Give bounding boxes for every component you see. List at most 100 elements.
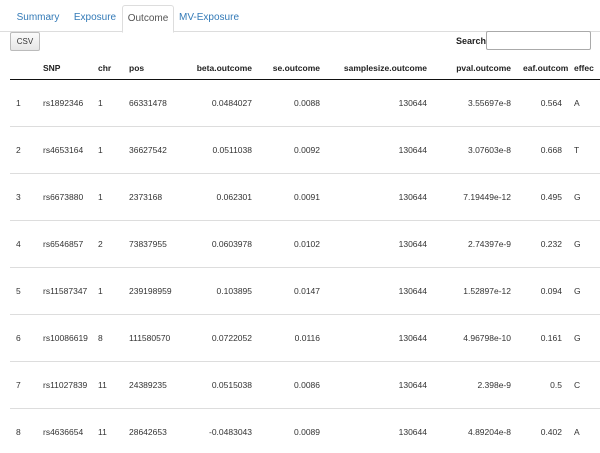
- beta-outcome-cell: 0.103895: [172, 266, 258, 314]
- eaf-outcome-cell: 0.5: [517, 360, 568, 408]
- pval-outcome-cell: 3.55697e-8: [467, 97, 511, 108]
- pval-outcome-cell: 4.96798e-10: [433, 313, 517, 361]
- effect-allele-cell: A: [568, 407, 600, 453]
- effect-allele-cell: T: [568, 125, 600, 173]
- chr-cell: 1: [92, 125, 123, 173]
- table-row[interactable]: 3 rs6673880 1 2373168 0.062301 0.0091 130644 7.…: [10, 172, 600, 220]
- beta-outcome-cell: -0.0483043: [172, 407, 258, 453]
- se-outcome-cell: 0.0089: [258, 407, 326, 453]
- column-header-rownum[interactable]: [10, 57, 37, 80]
- beta-outcome-cell: 0.0511038: [172, 125, 258, 173]
- tab-summary[interactable]: Summary: [10, 5, 66, 32]
- table-row[interactable]: 2 rs4653164 1 36627542 0.0511038 0.0092 130644…: [10, 125, 600, 173]
- chr-cell: 8: [92, 313, 123, 361]
- samplesize-outcome-cell: 130644: [326, 219, 433, 267]
- row-number: 6: [10, 313, 37, 361]
- eaf-outcome-cell: 0.161: [517, 313, 568, 361]
- row-number: 1: [16, 97, 21, 108]
- effect-allele-cell: G: [568, 313, 600, 361]
- pval-outcome-cell: 1.52897e-12: [433, 266, 517, 314]
- snp-cell: rs10086619: [37, 313, 92, 361]
- effect-allele-cell: C: [568, 360, 600, 408]
- row-number: 7: [10, 360, 37, 408]
- column-header-beta-outcome[interactable]: beta.outcome: [172, 57, 258, 80]
- column-header-samplesize-outcome[interactable]: samplesize.outcome: [326, 57, 433, 80]
- csv-export-button[interactable]: CSV: [10, 32, 40, 51]
- column-header-effect-allele[interactable]: effec: [568, 57, 600, 80]
- row-number: 2: [10, 125, 37, 173]
- samplesize-outcome-cell: 130644: [326, 360, 433, 408]
- se-outcome-cell: 0.0147: [258, 266, 326, 314]
- effect-allele-cell: G: [568, 219, 600, 267]
- table-row[interactable]: 1 rs1892346 1 66331478 0.0484027 0.0088 130644…: [10, 79, 600, 126]
- row-number: 5: [10, 266, 37, 314]
- table-body: 1 rs1892346 1 66331478 0.0484027 0.0088 130644…: [10, 79, 600, 453]
- samplesize-outcome-cell: 130644: [326, 313, 433, 361]
- search-label: Search:: [456, 36, 490, 46]
- snp-cell: rs6546857: [37, 219, 92, 267]
- snp-cell: rs6673880: [37, 172, 92, 220]
- column-header-se-outcome[interactable]: se.outcome: [258, 57, 326, 80]
- se-outcome-cell: 0.0086: [258, 360, 326, 408]
- effect-allele-cell: G: [568, 266, 600, 314]
- eaf-outcome-cell: 0.564: [540, 97, 562, 108]
- table-header-row: SNP chr pos beta.outcome se.outcome samp…: [10, 57, 600, 80]
- column-header-eaf-outcome[interactable]: eaf.outcome: [517, 57, 568, 80]
- snp-cell: rs4653164: [37, 125, 92, 173]
- samplesize-outcome-cell: 130644: [326, 172, 433, 220]
- effect-allele-cell: A: [574, 97, 580, 108]
- se-outcome-cell: 0.0088: [294, 97, 320, 108]
- samplesize-outcome-cell: 130644: [398, 97, 427, 108]
- table-row[interactable]: 7 rs11027839 11 24389235 0.0515038 0.0086 1306…: [10, 360, 600, 408]
- pos-cell: 2373168: [123, 172, 172, 220]
- pos-cell: 73837955: [123, 219, 172, 267]
- tab-exposure[interactable]: Exposure: [68, 5, 122, 32]
- pos-cell: 66331478: [129, 97, 167, 108]
- column-header-snp[interactable]: SNP: [37, 57, 92, 80]
- chr-cell: 2: [92, 219, 123, 267]
- eaf-outcome-cell: 0.495: [517, 172, 568, 220]
- tab-outcome[interactable]: Outcome: [122, 5, 174, 33]
- snp-cell: rs11587347: [37, 266, 92, 314]
- table-row[interactable]: 5 rs11587347 1 239198959 0.103895 0.0147 13064…: [10, 266, 600, 314]
- pval-outcome-cell: 4.89204e-8: [433, 407, 517, 453]
- table-row[interactable]: 4 rs6546857 2 73837955 0.0603978 0.0102 130644…: [10, 219, 600, 267]
- pval-outcome-cell: 7.19449e-12: [433, 172, 517, 220]
- beta-outcome-cell: 0.0515038: [172, 360, 258, 408]
- row-number: 8: [10, 407, 37, 453]
- pos-cell: 28642653: [123, 407, 172, 453]
- pval-outcome-cell: 2.74397e-9: [433, 219, 517, 267]
- pval-outcome-cell: 3.07603e-8: [433, 125, 517, 173]
- beta-outcome-cell: 0.0722052: [172, 313, 258, 361]
- pos-cell: 36627542: [123, 125, 172, 173]
- beta-outcome-cell: 0.0484027: [211, 97, 252, 108]
- tab-mv-exposure[interactable]: MV-Exposure: [176, 5, 242, 32]
- se-outcome-cell: 0.0116: [258, 313, 326, 361]
- beta-outcome-cell: 0.0603978: [172, 219, 258, 267]
- pos-cell: 239198959: [123, 266, 172, 314]
- search-input[interactable]: [486, 31, 591, 50]
- eaf-outcome-cell: 0.668: [517, 125, 568, 173]
- eaf-outcome-cell: 0.402: [517, 407, 568, 453]
- table-row[interactable]: 6 rs10086619 8 111580570 0.0722052 0.0116 1306…: [10, 313, 600, 361]
- row-number: 3: [10, 172, 37, 220]
- data-table-container[interactable]: SNP chr pos beta.outcome se.outcome samp…: [10, 57, 600, 453]
- column-header-pval-outcome[interactable]: pval.outcome: [433, 57, 517, 80]
- chr-cell: 1: [92, 266, 123, 314]
- table-row[interactable]: 8 rs4636654 11 28642653 -0.0483043 0.0089 1306…: [10, 407, 600, 453]
- pos-cell: 24389235: [123, 360, 172, 408]
- snp-cell: rs4636654: [37, 407, 92, 453]
- effect-allele-cell: G: [568, 172, 600, 220]
- snp-cell: rs11027839: [37, 360, 92, 408]
- se-outcome-cell: 0.0091: [258, 172, 326, 220]
- column-header-chr[interactable]: chr: [92, 57, 123, 80]
- chr-cell: 11: [92, 360, 123, 408]
- eaf-outcome-cell: 0.232: [517, 219, 568, 267]
- chr-cell: 1: [92, 172, 123, 220]
- chr-cell: 1: [98, 97, 103, 108]
- column-header-pos[interactable]: pos: [123, 57, 172, 80]
- se-outcome-cell: 0.0102: [258, 219, 326, 267]
- data-table: SNP chr pos beta.outcome se.outcome samp…: [10, 57, 600, 453]
- eaf-outcome-cell: 0.094: [517, 266, 568, 314]
- tab-bar: Summary Exposure Outcome MV-Exposure: [0, 5, 600, 33]
